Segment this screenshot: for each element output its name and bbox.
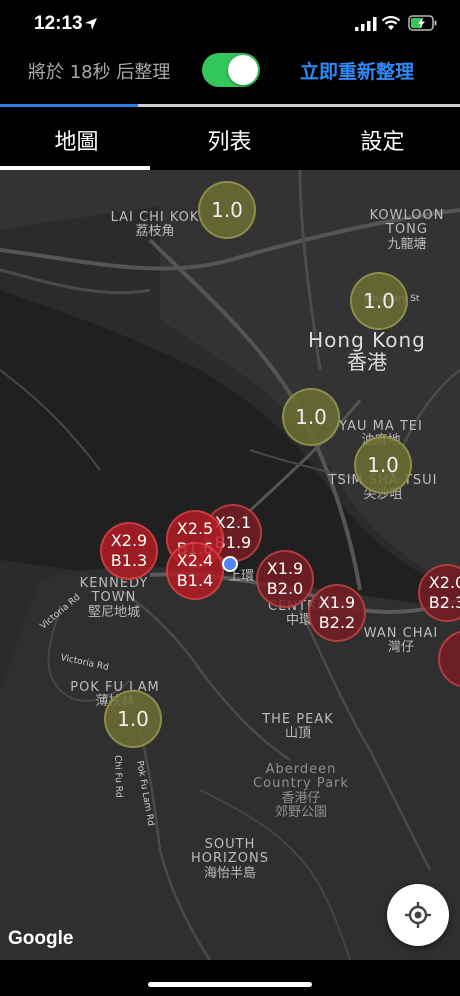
place-aberdeen-country-park: Aberdeen Country Park 香港仔 郊野公園 xyxy=(246,762,356,820)
map-cluster[interactable]: 1.0 xyxy=(198,181,256,239)
cluster-line-1: X2.4 xyxy=(176,551,214,570)
auto-refresh-toggle[interactable] xyxy=(202,53,260,87)
place-name-en: THE PEAK xyxy=(262,712,334,727)
wifi-icon xyxy=(381,16,401,30)
place-name-zh: 山頂 xyxy=(284,726,311,742)
location-arrow-icon xyxy=(85,18,97,30)
place-name-en: KENNEDY xyxy=(79,576,149,591)
place-name-zh: 堅尼地城 xyxy=(87,604,140,620)
place-the-peak: THE PEAK 山頂 xyxy=(248,712,348,742)
place-name-zh: 灣仔 xyxy=(387,640,414,656)
battery-charging-icon xyxy=(408,15,437,31)
my-location-button[interactable] xyxy=(387,884,449,946)
tab-map[interactable]: 地圖 xyxy=(0,118,153,170)
cluster-line-2: B1.3 xyxy=(110,551,148,570)
cluster-line-1: X1.9 xyxy=(318,593,356,612)
place-sheung-wan: 上環 xyxy=(226,569,256,584)
map-view[interactable]: LAI CHI KOK 荔枝角 KOWLOON TONG 九龍塘 Hong Ko… xyxy=(0,170,460,960)
map-cluster[interactable]: X1.9 B2.0 xyxy=(256,550,314,608)
refresh-countdown: 將於 18秒 后整理 xyxy=(28,62,171,83)
place-name-en: KOWLOON xyxy=(369,208,445,223)
place-name-zh: 上環 xyxy=(227,569,254,584)
map-cluster[interactable]: X2.4 B1.4 xyxy=(166,542,224,600)
place-wan-chai: WAN CHAI 灣仔 xyxy=(356,626,446,656)
place-name-en: SOUTH xyxy=(204,837,256,852)
cluster-line-1: X2.9 xyxy=(110,531,148,550)
google-attribution: Google xyxy=(8,928,74,949)
place-lai-chi-kok: LAI CHI KOK 荔枝角 xyxy=(105,210,205,240)
place-hong-kong: Hong Kong 香港 xyxy=(292,329,442,373)
cluster-line-1: X2.5 xyxy=(176,519,214,538)
place-name-zh: 香港仔 xyxy=(281,790,321,806)
place-name-zh-2: 郊野公園 xyxy=(274,804,327,820)
place-name-en: WAN CHAI xyxy=(363,626,439,641)
refresh-progress-fill xyxy=(0,104,138,107)
place-name-en-2: Country Park xyxy=(253,776,349,792)
place-name-en: YAU MA TEI xyxy=(339,419,423,434)
cluster-line-2: B2.0 xyxy=(266,579,304,598)
current-location-dot xyxy=(222,556,238,572)
map-cluster[interactable]: 1.0 xyxy=(282,388,340,446)
cluster-line-2: B2.2 xyxy=(318,613,356,632)
toggle-knob xyxy=(228,55,258,85)
tab-settings[interactable]: 設定 xyxy=(306,118,459,170)
place-name-en: Aberdeen xyxy=(265,762,337,777)
map-cluster[interactable]: X2.9 B1.3 xyxy=(100,522,158,580)
map-cluster[interactable]: 1.0 xyxy=(354,436,412,494)
crosshair-icon xyxy=(405,902,431,928)
place-name-zh: 九龍塘 xyxy=(387,236,427,252)
place-name-zh: 海怡半島 xyxy=(203,865,256,881)
place-name-zh: 荔枝角 xyxy=(135,224,175,240)
place-name-zh: 香港 xyxy=(347,350,387,374)
refresh-progress-bar xyxy=(0,104,460,107)
cluster-line-2: B2.3 xyxy=(428,593,460,612)
status-bar: 12:13 xyxy=(0,0,460,50)
cluster-line-2: B1.4 xyxy=(176,571,214,590)
place-south-horizons: SOUTH HORIZONS 海怡半島 xyxy=(178,837,282,881)
map-cluster[interactable]: X1.9 B2.2 xyxy=(308,584,366,642)
refresh-now-button[interactable]: 立即重新整理 xyxy=(300,57,414,84)
status-time: 12:13 xyxy=(34,13,83,34)
place-name-en: LAI CHI KOK xyxy=(110,210,200,225)
map-cluster[interactable]: 1.0 xyxy=(350,272,408,330)
refresh-header: 將於 18秒 后整理 立即重新整理 xyxy=(0,50,460,102)
cellular-signal-icon xyxy=(355,17,377,31)
place-name-en-2: TONG xyxy=(386,222,428,238)
tab-bar: 地圖 列表 設定 xyxy=(0,118,460,170)
place-kowloon-tong: KOWLOON TONG 九龍塘 xyxy=(360,208,454,252)
cluster-line-1: X2.0 xyxy=(428,573,460,592)
home-indicator-area xyxy=(0,960,460,996)
place-name-en: Hong Kong xyxy=(308,328,426,352)
road-label: Chi Fu Rd xyxy=(112,755,124,798)
place-name-en: POK FU LAM xyxy=(70,680,160,695)
place-name-en-2: HORIZONS xyxy=(191,851,269,867)
cluster-line-1: X1.9 xyxy=(266,559,304,578)
tab-list[interactable]: 列表 xyxy=(153,118,306,170)
map-cluster[interactable]: 1.0 xyxy=(104,690,162,748)
home-indicator[interactable] xyxy=(148,982,312,987)
